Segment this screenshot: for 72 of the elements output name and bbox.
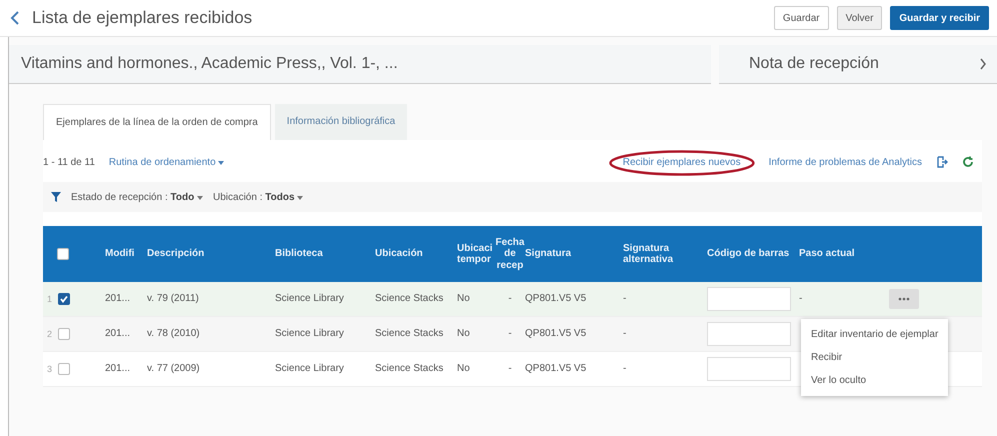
table-cell-text: Science Stacks bbox=[375, 328, 444, 340]
row-checkbox[interactable] bbox=[58, 363, 70, 375]
column-header[interactable]: Modifi bbox=[105, 248, 147, 260]
back-icon[interactable] bbox=[10, 10, 20, 26]
filter-dropdown[interactable]: Ubicación : Todos bbox=[213, 192, 304, 202]
caret-icon bbox=[197, 196, 203, 200]
row-number: 1 bbox=[47, 294, 54, 304]
row-checkbox[interactable] bbox=[58, 328, 70, 340]
table-cell-text: v. 78 (2010) bbox=[147, 328, 201, 340]
column-header[interactable]: Paso actual bbox=[799, 248, 889, 260]
table-cell-text: No bbox=[457, 293, 471, 305]
menu-item[interactable]: Editar inventario de ejemplar bbox=[801, 323, 948, 346]
table-cell-text: - bbox=[507, 293, 513, 305]
select-all-checkbox[interactable] bbox=[57, 248, 69, 260]
export-icon[interactable] bbox=[936, 156, 948, 168]
refresh-icon[interactable] bbox=[962, 156, 974, 168]
table-cell-text: QP801.V5 V5 bbox=[525, 363, 588, 375]
item-title: Vitamins and hormones., Academic Press,, Vol. 1-, ... bbox=[9, 45, 711, 84]
table-cell-text: - bbox=[507, 363, 513, 375]
table-cell-text: - bbox=[507, 328, 513, 340]
table-cell: - bbox=[799, 293, 802, 304]
panel-title: Nota de recepción bbox=[749, 55, 879, 73]
tab[interactable]: Información bibliográfica bbox=[274, 104, 408, 140]
menu-item[interactable]: Ver lo oculto bbox=[801, 369, 948, 392]
column-header[interactable]: Ubicaci tempor bbox=[457, 242, 495, 266]
caret-icon bbox=[297, 196, 304, 200]
table-cell-text: No bbox=[457, 363, 471, 375]
table-cell-text: Science Stacks bbox=[375, 363, 444, 375]
header-button[interactable]: Guardar y recibir bbox=[890, 6, 989, 30]
result-count: 1 - 11 de 11 bbox=[43, 156, 95, 168]
analytics-link[interactable]: Informe de problemas de Analytics bbox=[768, 156, 922, 168]
barcode-field[interactable] bbox=[707, 357, 791, 381]
header-button[interactable]: Volver bbox=[836, 6, 882, 30]
filter-icon[interactable] bbox=[51, 192, 61, 202]
table-cell-text: 201... bbox=[105, 363, 132, 375]
table-cell-text: Science Library bbox=[275, 328, 345, 340]
table-cell-text: - bbox=[623, 363, 628, 375]
table-cell-text: No bbox=[457, 328, 471, 340]
column-header[interactable]: Fecha de recep bbox=[495, 236, 525, 272]
table-cell-text: QP801.V5 V5 bbox=[525, 328, 588, 340]
table-cell-text: v. 79 (2011) bbox=[147, 293, 200, 305]
filter-dropdown[interactable]: Estado de recepción : Todo bbox=[71, 192, 203, 202]
column-header[interactable]: Signatura alternativa bbox=[623, 242, 707, 266]
header-button[interactable]: Guardar bbox=[774, 6, 829, 30]
column-header[interactable]: Ubicación bbox=[375, 248, 457, 260]
table-cell-text: Science Library bbox=[275, 363, 345, 375]
row-number: 3 bbox=[47, 364, 54, 374]
table-cell-text: QP801.V5 V5 bbox=[525, 293, 588, 305]
row-checkbox[interactable] bbox=[58, 293, 70, 305]
table-cell-text: Science Library bbox=[275, 293, 345, 305]
table-cell-text: 201... bbox=[105, 293, 132, 305]
column-header[interactable]: Signatura bbox=[525, 248, 623, 260]
sort-dropdown[interactable]: Rutina de ordenamiento bbox=[108, 156, 224, 168]
column-header[interactable]: Biblioteca bbox=[275, 248, 375, 260]
column-header[interactable]: Descripción bbox=[147, 248, 275, 260]
caret-icon bbox=[218, 160, 224, 164]
table-cell-text: 201... bbox=[105, 328, 132, 340]
receiving-note-panel[interactable]: Nota de recepción bbox=[719, 45, 997, 84]
column-header[interactable]: Código de barras bbox=[707, 248, 799, 260]
row-number: 2 bbox=[47, 328, 54, 340]
more-icon bbox=[898, 297, 910, 301]
tab[interactable]: Ejemplares de la línea de la orden de compra bbox=[43, 104, 271, 140]
chevron-right-icon[interactable] bbox=[979, 57, 987, 71]
barcode-field[interactable] bbox=[707, 287, 791, 311]
table-cell-text: - bbox=[623, 328, 628, 340]
menu-item[interactable]: Recibir bbox=[801, 346, 948, 369]
table-cell-text: v. 77 (2009) bbox=[147, 363, 201, 375]
table-cell-text: Science Stacks bbox=[375, 293, 444, 305]
barcode-field[interactable] bbox=[707, 322, 791, 346]
table-cell-text: - bbox=[623, 293, 628, 305]
more-actions-button[interactable] bbox=[889, 289, 919, 309]
page-title: Lista de ejemplares recibidos bbox=[32, 8, 252, 28]
